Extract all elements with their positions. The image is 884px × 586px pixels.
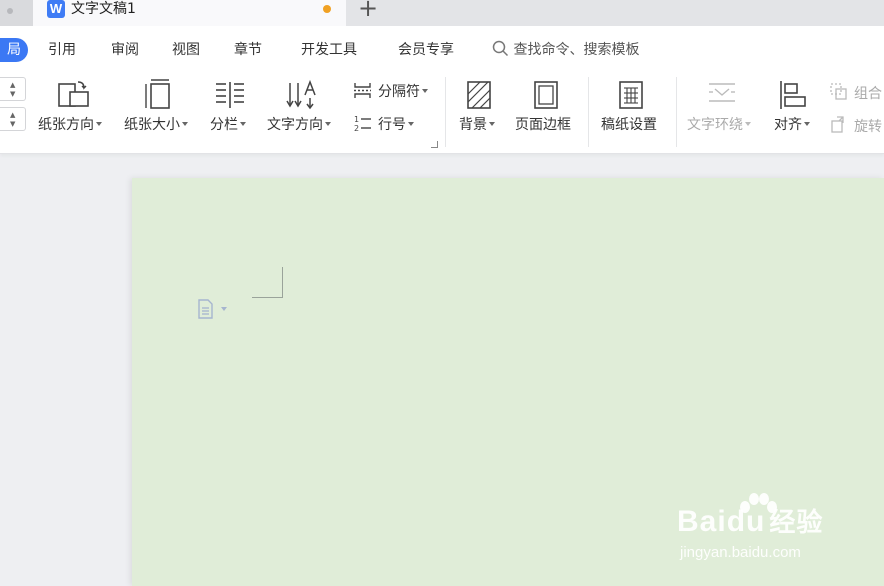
menu-tab-view[interactable]: 视图 [172, 40, 200, 60]
group-label: 组合 [854, 86, 882, 102]
watermark-brand-jingyan: 经验 [769, 507, 824, 537]
page-borders-label: 页面边框 [515, 117, 571, 133]
dropdown-caret-icon [745, 122, 751, 126]
menu-tab-review[interactable]: 审阅 [111, 40, 139, 60]
rotate-label: 旋转 [854, 119, 882, 135]
spinner-down-icon[interactable]: ▼ [10, 90, 15, 98]
orientation-label: 纸张方向 [38, 117, 94, 133]
background-button[interactable]: 背景 [454, 71, 504, 141]
text-wrap-label: 文字环绕 [687, 117, 743, 133]
text-wrap-button[interactable]: 文字环绕 [687, 71, 763, 141]
orientation-icon [58, 81, 89, 107]
line-numbers-icon: 12 [354, 115, 371, 133]
dropdown-caret-icon [240, 122, 246, 126]
dropdown-caret-icon [422, 89, 428, 93]
menu-tab-layout[interactable]: 局 [0, 38, 28, 62]
columns-label: 分栏 [210, 117, 238, 133]
svg-text:2: 2 [354, 124, 359, 132]
dropdown-caret-icon [325, 122, 331, 126]
paper-size-button[interactable]: 纸张大小 [124, 71, 198, 141]
manuscript-settings-button[interactable]: 稿纸设置 [598, 71, 666, 141]
spinner-up-icon[interactable]: ▲ [10, 81, 15, 89]
dropdown-caret-icon [489, 122, 495, 126]
menu-tab-references[interactable]: 引用 [48, 40, 76, 60]
tab-document[interactable]: W 文字文稿1 [33, 0, 346, 26]
line-numbers-button[interactable]: 1 2 行号 [353, 115, 414, 134]
rotate-button[interactable]: 旋转 [829, 115, 882, 136]
dropdown-caret-icon [96, 122, 102, 126]
align-label: 对齐 [774, 117, 802, 133]
watermark-brand: Baidu 经验 [677, 502, 823, 539]
unsaved-indicator-icon [323, 5, 331, 13]
manuscript-label: 稿纸设置 [601, 117, 657, 133]
writer-doc-icon: W [47, 0, 65, 18]
new-tab-button[interactable]: + [356, 0, 380, 20]
watermark-url: jingyan.baidu.com [680, 544, 801, 561]
page-borders-button[interactable]: 页面边框 [514, 71, 578, 141]
tab-bar: W 文字文稿1 + [0, 0, 884, 26]
dropdown-caret-icon [182, 122, 188, 126]
dropdown-caret-icon [804, 122, 810, 126]
search-placeholder: 查找命令、搜索模板 [513, 42, 640, 58]
page-setup-launcher-icon[interactable] [431, 141, 438, 148]
breaks-button[interactable]: 分隔符 [353, 82, 428, 101]
page-borders-icon [534, 81, 558, 109]
ribbon-toolbar: ▲ ▼ ▲ ▼ 纸张方向 纸张大小 分栏 文字方向 分隔符 1 2 行号 背景 … [0, 71, 884, 154]
dropdown-caret-icon [408, 122, 414, 126]
rotate-icon [831, 116, 844, 133]
svg-text:1: 1 [354, 115, 359, 124]
columns-icon [216, 82, 244, 108]
orientation-button[interactable]: 纸张方向 [38, 71, 112, 141]
tab-dot-icon [7, 8, 13, 14]
text-direction-button[interactable]: 文字方向 [267, 71, 341, 141]
separator [676, 77, 677, 147]
breaks-label: 分隔符 [378, 84, 420, 100]
breaks-icon [354, 83, 371, 98]
margin-spinner-top[interactable]: ▲ ▼ [0, 77, 26, 101]
separator [445, 77, 446, 147]
group-button[interactable]: 组合 [829, 82, 882, 103]
tab-title: 文字文稿1 [71, 1, 136, 17]
columns-button[interactable]: 分栏 [210, 71, 256, 141]
align-button[interactable]: 对齐 [773, 71, 819, 141]
margin-corner-mark [252, 267, 283, 298]
watermark-brand-du: du [726, 505, 766, 538]
paper-size-label: 纸张大小 [124, 117, 180, 133]
spinner-up-icon[interactable]: ▲ [10, 111, 15, 119]
text-direction-icon [286, 79, 316, 110]
manuscript-grid-icon [619, 81, 643, 109]
separator [588, 77, 589, 147]
paper-size-icon [145, 79, 170, 109]
command-search[interactable]: 查找命令、搜索模板 [492, 39, 639, 61]
document-lines-icon [198, 299, 227, 319]
align-icon [780, 81, 806, 109]
menu-tab-section[interactable]: 章节 [234, 40, 262, 60]
line-numbers-label: 行号 [378, 117, 406, 133]
background-icon [467, 81, 491, 109]
group-icon [830, 83, 847, 100]
baidu-jingyan-watermark: Baidu 经验 jingyan.baidu.com [677, 492, 877, 576]
paragraph-layout-icon[interactable] [197, 299, 231, 323]
background-label: 背景 [459, 117, 487, 133]
watermark-brand-bai: Bai [677, 505, 727, 538]
menu-bar: 局 引用 审阅 视图 章节 开发工具 会员专享 查找命令、搜索模板 [0, 26, 884, 71]
spinner-down-icon[interactable]: ▼ [10, 120, 15, 128]
menu-tab-developer[interactable]: 开发工具 [301, 40, 357, 60]
margin-spinner-bottom[interactable]: ▲ ▼ [0, 107, 26, 131]
tab-previous[interactable] [0, 0, 33, 26]
menu-tab-member[interactable]: 会员专享 [398, 40, 454, 60]
text-direction-label: 文字方向 [267, 117, 323, 133]
text-wrap-icon [709, 83, 735, 102]
search-icon [492, 40, 509, 57]
